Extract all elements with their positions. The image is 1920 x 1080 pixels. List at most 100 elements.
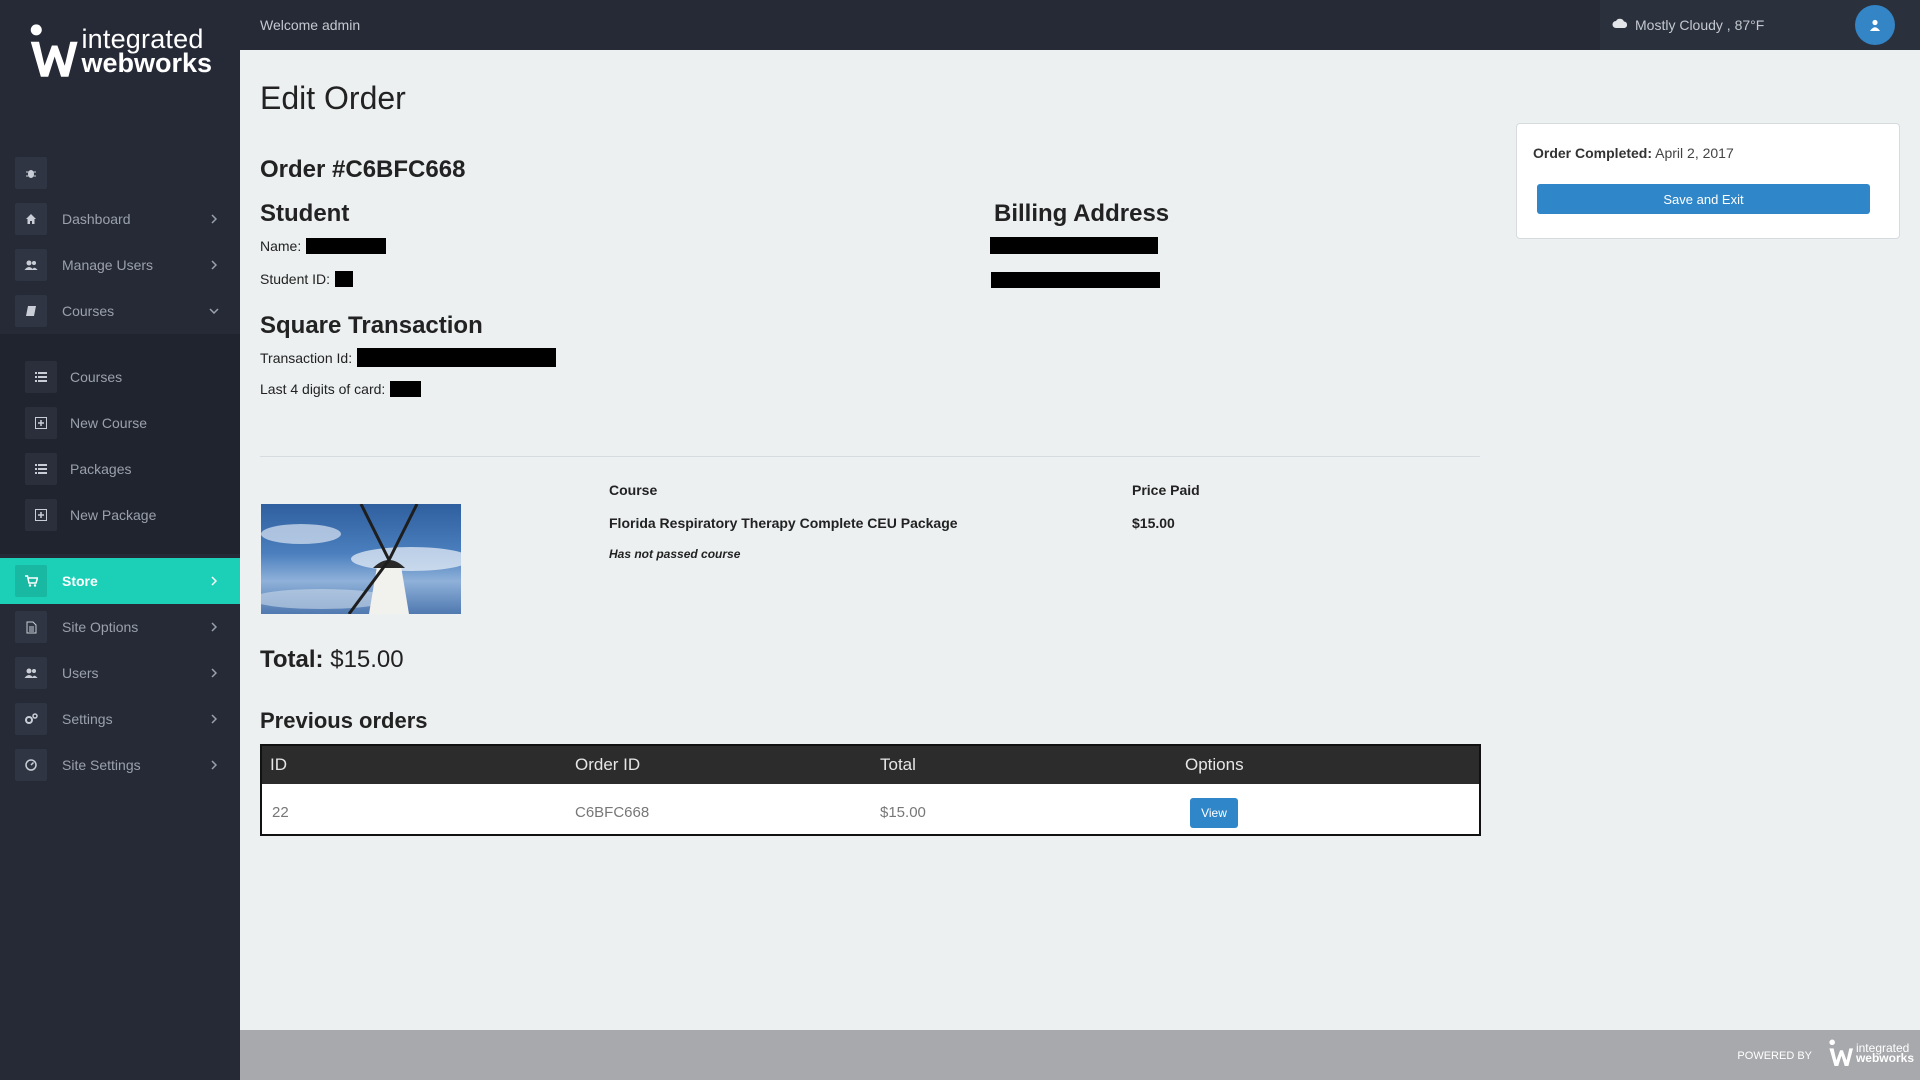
sidebar-item-courses[interactable]: Courses [0, 288, 240, 334]
submenu-item-courses[interactable]: Courses [0, 354, 240, 400]
sidebar-item-site-options[interactable]: Site Options [0, 604, 240, 650]
order-completed-text: Order Completed: April 2, 2017 [1533, 145, 1734, 161]
sidebar-item-label: Users [62, 665, 99, 681]
save-and-exit-button[interactable]: Save and Exit [1537, 184, 1870, 214]
chevron-right-icon [208, 212, 220, 226]
student-id-field: Student ID: [260, 271, 354, 287]
plus-square-icon [25, 499, 57, 531]
footer-logo[interactable]: integrated webworks [1828, 1038, 1914, 1068]
redacted-name [306, 238, 387, 254]
sidebar-item-label: Manage Users [62, 257, 154, 273]
course-price: $15.00 [1132, 515, 1175, 531]
redacted-card-digits [390, 381, 422, 397]
submenu-item-label: Courses [70, 369, 123, 385]
redacted-billing-line2 [991, 272, 1160, 288]
student-id-label: Student ID: [260, 271, 331, 287]
sidebar-item-label: Dashboard [62, 211, 131, 227]
section-divider [260, 456, 1480, 457]
order-total: Total: $15.00 [260, 646, 404, 674]
previous-orders-heading: Previous orders [260, 708, 428, 733]
column-header-options: Options [1185, 755, 1244, 774]
chevron-right-icon [208, 258, 220, 272]
chevron-down-icon [208, 304, 220, 318]
sidebar-item-store[interactable]: Store [0, 558, 240, 604]
view-order-button[interactable]: View [1190, 798, 1238, 828]
chevron-right-icon [208, 574, 220, 588]
footer-logo-text: integrated webworks [1855, 1042, 1914, 1065]
course-status: Has not passed course [609, 547, 741, 561]
brand-logo[interactable]: integrated webworks [28, 18, 212, 84]
page-title: Edit Order [260, 80, 406, 116]
name-label: Name: [260, 238, 302, 254]
course-column-header: Course [609, 482, 658, 498]
sidebar-item-label: Settings [62, 711, 113, 727]
submenu-item-label: Packages [70, 461, 132, 477]
plus-square-icon [25, 407, 57, 439]
square-heading: Square Transaction [260, 312, 483, 339]
chevron-right-icon [208, 712, 220, 726]
chevron-right-icon [208, 666, 220, 680]
previous-orders-table: ID Order ID Total Options 22 C6BFC668 $1… [260, 744, 1481, 836]
table-header: ID Order ID Total Options [262, 746, 1479, 784]
submenu-item-label: New Course [70, 415, 148, 431]
sidebar-item-label: Store [62, 573, 98, 589]
logo-line2: webworks [81, 48, 212, 78]
dashboard-icon [15, 749, 47, 781]
top-bar: Welcome admin Mostly Cloudy , 87°F [240, 0, 1920, 50]
transaction-id-label: Transaction Id: [260, 349, 353, 366]
cloud-icon [1612, 16, 1628, 34]
courses-submenu: Courses New Course Packages New Package [0, 334, 240, 554]
order-status-panel: Order Completed: April 2, 2017 Save and … [1516, 123, 1900, 239]
column-header-order-id: Order ID [575, 755, 641, 774]
footer-logo-line2: webworks [1855, 1051, 1914, 1065]
sidebar-item-debug[interactable] [0, 150, 240, 196]
sidebar-item-settings[interactable]: Settings [0, 696, 240, 742]
student-name-field: Name: [260, 238, 387, 254]
chevron-right-icon [208, 620, 220, 634]
card-digits-label: Last 4 digits of card: [260, 381, 386, 397]
sidebar-item-users[interactable]: Users [0, 650, 240, 696]
total-value: $15.00 [330, 646, 404, 673]
document-icon [15, 611, 47, 643]
chevron-right-icon [208, 758, 220, 772]
footer: POWERED BY integrated webworks [240, 1030, 1920, 1080]
users-icon [15, 249, 47, 281]
user-avatar[interactable] [1855, 5, 1895, 45]
user-icon [1870, 19, 1880, 31]
billing-heading: Billing Address [994, 200, 1170, 227]
cogs-icon [15, 703, 47, 735]
sidebar-item-manage-users[interactable]: Manage Users [0, 242, 240, 288]
redacted-billing-line1 [990, 237, 1158, 254]
powered-by-text: POWERED BY [1737, 1050, 1812, 1062]
cell-order-id: C6BFC668 [575, 804, 650, 821]
list-icon [25, 453, 57, 485]
logo-mark-icon [30, 24, 78, 77]
list-icon [25, 361, 57, 393]
bug-icon [15, 157, 47, 189]
card-digits-field: Last 4 digits of card: [260, 381, 422, 397]
submenu-item-packages[interactable]: Packages [0, 446, 240, 492]
sidebar-item-label: Site Settings [62, 757, 141, 773]
transaction-id-field: Transaction Id: [260, 348, 557, 367]
sidebar-item-label: Site Options [62, 619, 139, 635]
welcome-text: Welcome admin [260, 17, 361, 33]
logo-text: integrated webworks [81, 25, 212, 78]
total-label: Total: [260, 646, 324, 673]
student-heading: Student [260, 200, 350, 227]
submenu-item-new-course[interactable]: New Course [0, 400, 240, 446]
course-image [261, 504, 461, 614]
course-name: Florida Respiratory Therapy Complete CEU… [609, 515, 958, 531]
order-completed-label: Order Completed: [1533, 145, 1653, 161]
sidebar-item-dashboard[interactable]: Dashboard [0, 196, 240, 242]
cart-icon [15, 565, 47, 597]
column-header-id: ID [270, 755, 287, 774]
sidebar-item-label: Courses [62, 303, 115, 319]
price-column-header: Price Paid [1132, 482, 1200, 498]
submenu-item-new-package[interactable]: New Package [0, 492, 240, 538]
submenu-item-label: New Package [70, 507, 157, 523]
sidebar-item-site-settings[interactable]: Site Settings [0, 742, 240, 788]
weather-text: Mostly Cloudy , 87°F [1635, 17, 1765, 33]
redacted-transaction-id [357, 348, 557, 367]
order-completed-date: April 2, 2017 [1655, 145, 1734, 161]
footer-logo-mark-icon [1829, 1039, 1854, 1066]
